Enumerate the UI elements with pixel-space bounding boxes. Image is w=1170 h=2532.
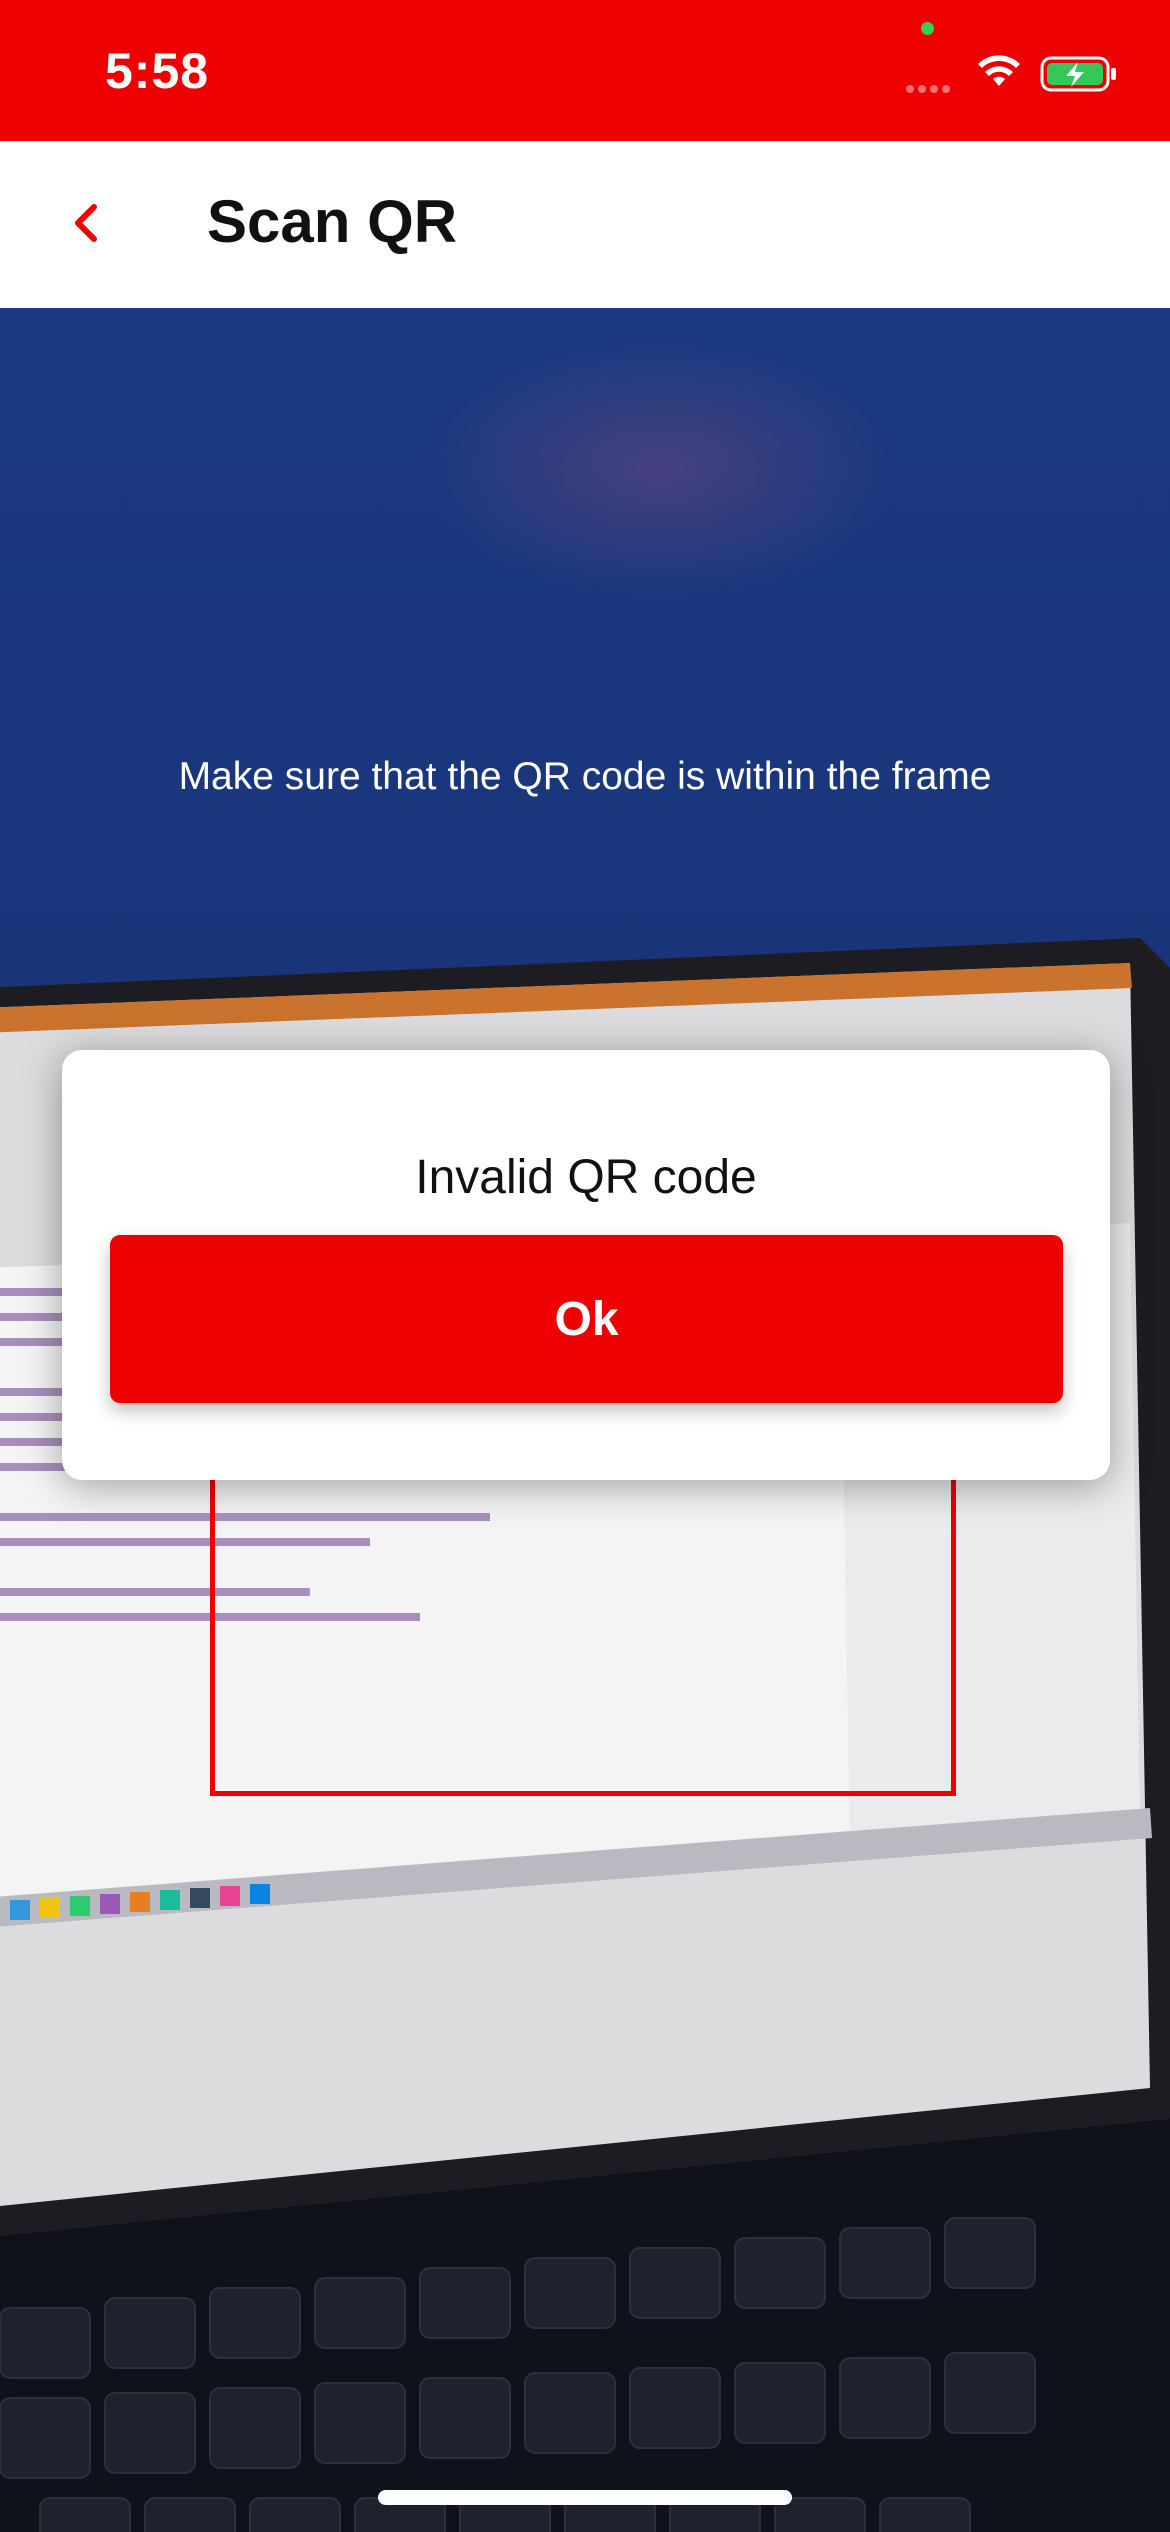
error-dialog: Invalid QR code Ok	[62, 1050, 1110, 1480]
navigation-bar: Scan QR	[0, 141, 1170, 308]
scan-instruction-text: Make sure that the QR code is within the…	[178, 755, 992, 798]
home-indicator[interactable]	[378, 2490, 792, 2505]
dialog-message: Invalid QR code	[415, 1151, 757, 1204]
cellular-signal-icon	[906, 80, 958, 93]
scan-qr-screen: 5:58 Scan QR Make sure that the QR code …	[0, 0, 1170, 2532]
ok-button[interactable]: Ok	[110, 1235, 1063, 1403]
back-button[interactable]	[60, 183, 120, 263]
page-title: Scan QR	[207, 188, 458, 255]
battery-charging-icon	[1040, 56, 1116, 92]
wifi-icon	[978, 55, 1020, 86]
camera-in-use-indicator	[921, 22, 934, 35]
camera-light-glow	[420, 338, 900, 598]
chevron-left-icon	[75, 204, 97, 242]
status-bar: 5:58	[0, 0, 1170, 141]
status-time: 5:58	[105, 43, 210, 99]
